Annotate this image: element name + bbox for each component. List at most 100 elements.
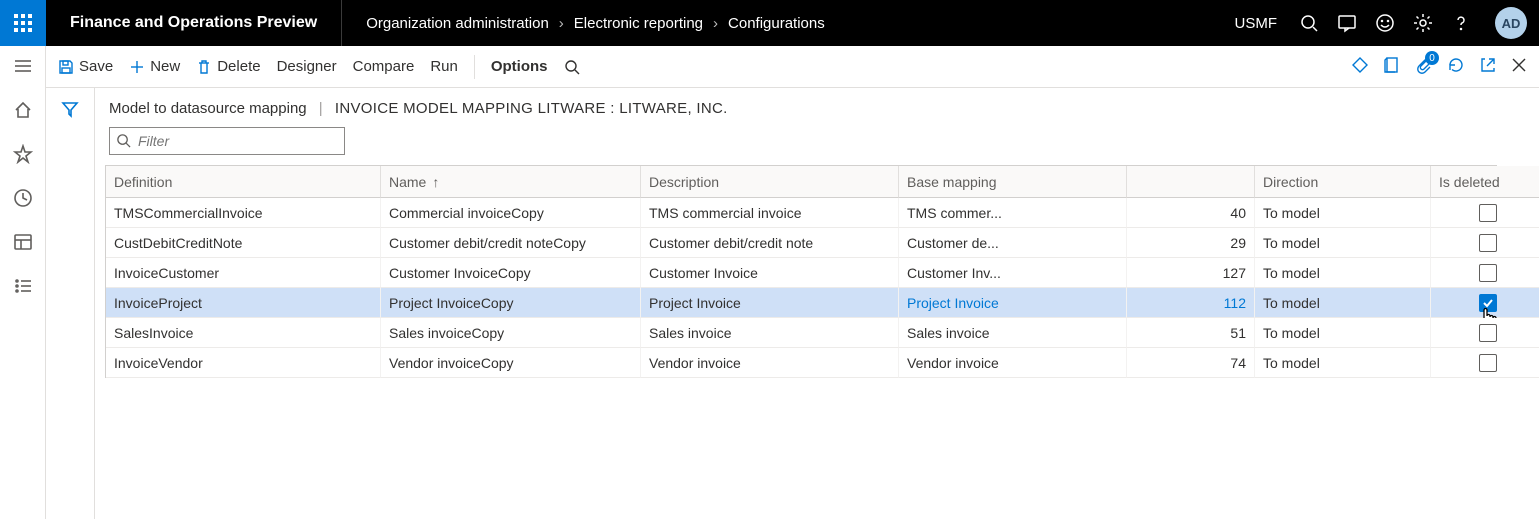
grid-filter[interactable]	[109, 127, 345, 155]
cell-is-deleted[interactable]	[1431, 348, 1539, 378]
cell-direction[interactable]: To model	[1255, 318, 1431, 348]
cell-definition[interactable]: CustDebitCreditNote	[106, 228, 381, 258]
cell-base-mapping[interactable]: TMS commer...	[899, 198, 1127, 228]
cell-base-mapping-num[interactable]: 127	[1127, 258, 1255, 288]
cell-base-mapping-num[interactable]: 112	[1127, 288, 1255, 318]
refresh-icon[interactable]	[1447, 56, 1465, 77]
search-icon[interactable]	[1299, 13, 1319, 33]
checkbox[interactable]	[1479, 294, 1497, 312]
cell-name[interactable]: Vendor invoiceCopy	[381, 348, 641, 378]
cell-direction[interactable]: To model	[1255, 198, 1431, 228]
data-grid: Definition Name↑ Description Base mappin…	[105, 165, 1497, 378]
cell-base-mapping[interactable]: Vendor invoice	[899, 348, 1127, 378]
help-icon[interactable]	[1451, 13, 1471, 33]
save-label: Save	[79, 58, 113, 75]
feedback-smile-icon[interactable]	[1375, 13, 1395, 33]
cell-base-mapping-num[interactable]: 74	[1127, 348, 1255, 378]
cell-definition[interactable]: InvoiceCustomer	[106, 258, 381, 288]
col-name[interactable]: Name↑	[381, 166, 641, 198]
cell-definition[interactable]: InvoiceProject	[106, 288, 381, 318]
cell-definition[interactable]: TMSCommercialInvoice	[106, 198, 381, 228]
cell-description[interactable]: Vendor invoice	[641, 348, 899, 378]
modules-list-icon[interactable]	[13, 276, 33, 296]
recent-clock-icon[interactable]	[13, 188, 33, 208]
col-description[interactable]: Description	[641, 166, 899, 198]
cell-description[interactable]: TMS commercial invoice	[641, 198, 899, 228]
cell-description[interactable]: Customer debit/credit note	[641, 228, 899, 258]
col-direction[interactable]: Direction	[1255, 166, 1431, 198]
cell-is-deleted[interactable]	[1431, 288, 1539, 318]
new-button[interactable]: New	[129, 58, 180, 75]
checkbox[interactable]	[1479, 264, 1497, 282]
cell-is-deleted[interactable]	[1431, 228, 1539, 258]
settings-gear-icon[interactable]	[1413, 13, 1433, 33]
cell-is-deleted[interactable]	[1431, 318, 1539, 348]
cell-base-mapping-num[interactable]: 29	[1127, 228, 1255, 258]
save-button[interactable]: Save	[58, 58, 113, 75]
compare-button[interactable]: Compare	[353, 58, 415, 75]
cell-name[interactable]: Sales invoiceCopy	[381, 318, 641, 348]
breadcrumb-item[interactable]: Electronic reporting	[574, 15, 703, 32]
cell-definition[interactable]: SalesInvoice	[106, 318, 381, 348]
cell-name[interactable]: Customer InvoiceCopy	[381, 258, 641, 288]
breadcrumb-item[interactable]: Organization administration	[366, 15, 549, 32]
chevron-right-icon: ›	[559, 15, 564, 32]
run-button[interactable]: Run	[430, 58, 458, 75]
cell-direction[interactable]: To model	[1255, 348, 1431, 378]
designer-button[interactable]: Designer	[277, 58, 337, 75]
col-base-mapping-number[interactable]	[1127, 166, 1255, 198]
cell-description[interactable]: Sales invoice	[641, 318, 899, 348]
cell-description[interactable]: Project Invoice	[641, 288, 899, 318]
cell-is-deleted[interactable]	[1431, 258, 1539, 288]
favorites-star-icon[interactable]	[13, 144, 33, 164]
cell-base-mapping-num[interactable]: 51	[1127, 318, 1255, 348]
company-label[interactable]: USMF	[1235, 15, 1278, 32]
cell-base-mapping[interactable]: Project Invoice	[899, 288, 1127, 318]
table-row[interactable]: InvoiceCustomerCustomer InvoiceCopyCusto…	[106, 258, 1496, 288]
checkbox[interactable]	[1479, 204, 1497, 222]
top-right-tools: USMF AD	[1235, 7, 1539, 39]
filter-input[interactable]	[136, 132, 344, 150]
home-icon[interactable]	[13, 100, 33, 120]
cell-name[interactable]: Project InvoiceCopy	[381, 288, 641, 318]
options-button[interactable]: Options	[491, 58, 548, 75]
messages-icon[interactable]	[1337, 13, 1357, 33]
col-is-deleted[interactable]: Is deleted	[1431, 166, 1539, 198]
table-row[interactable]: InvoiceProjectProject InvoiceCopyProject…	[106, 288, 1496, 318]
find-button[interactable]	[564, 59, 580, 75]
avatar[interactable]: AD	[1495, 7, 1527, 39]
cell-description[interactable]: Customer Invoice	[641, 258, 899, 288]
cell-base-mapping[interactable]: Customer Inv...	[899, 258, 1127, 288]
cell-base-mapping-num[interactable]: 40	[1127, 198, 1255, 228]
col-definition[interactable]: Definition	[106, 166, 381, 198]
table-row[interactable]: InvoiceVendorVendor invoiceCopyVendor in…	[106, 348, 1496, 378]
table-row[interactable]: SalesInvoiceSales invoiceCopySales invoi…	[106, 318, 1496, 348]
cell-definition[interactable]: InvoiceVendor	[106, 348, 381, 378]
page-info-icon[interactable]	[1383, 56, 1401, 77]
cell-base-mapping[interactable]: Customer de...	[899, 228, 1127, 258]
close-button[interactable]	[1511, 57, 1527, 76]
cell-name[interactable]: Customer debit/credit noteCopy	[381, 228, 641, 258]
col-base-mapping[interactable]: Base mapping	[899, 166, 1127, 198]
table-row[interactable]: TMSCommercialInvoiceCommercial invoiceCo…	[106, 198, 1496, 228]
cell-base-mapping[interactable]: Sales invoice	[899, 318, 1127, 348]
attachments-button[interactable]: 0	[1415, 56, 1433, 77]
cell-name[interactable]: Commercial invoiceCopy	[381, 198, 641, 228]
workspaces-icon[interactable]	[13, 232, 33, 252]
app-launcher-button[interactable]	[0, 0, 46, 46]
cell-is-deleted[interactable]	[1431, 198, 1539, 228]
delete-button[interactable]: Delete	[196, 58, 260, 75]
page-title: Model to datasource mapping	[109, 100, 307, 117]
filter-pane-toggle[interactable]	[46, 88, 94, 519]
breadcrumb-item[interactable]: Configurations	[728, 15, 825, 32]
table-row[interactable]: CustDebitCreditNoteCustomer debit/credit…	[106, 228, 1496, 258]
cell-direction[interactable]: To model	[1255, 258, 1431, 288]
checkbox[interactable]	[1479, 324, 1497, 342]
popout-icon[interactable]	[1479, 56, 1497, 77]
checkbox[interactable]	[1479, 234, 1497, 252]
menu-icon[interactable]	[13, 56, 33, 76]
checkbox[interactable]	[1479, 354, 1497, 372]
cell-direction[interactable]: To model	[1255, 228, 1431, 258]
related-links-icon[interactable]	[1351, 56, 1369, 77]
cell-direction[interactable]: To model	[1255, 288, 1431, 318]
